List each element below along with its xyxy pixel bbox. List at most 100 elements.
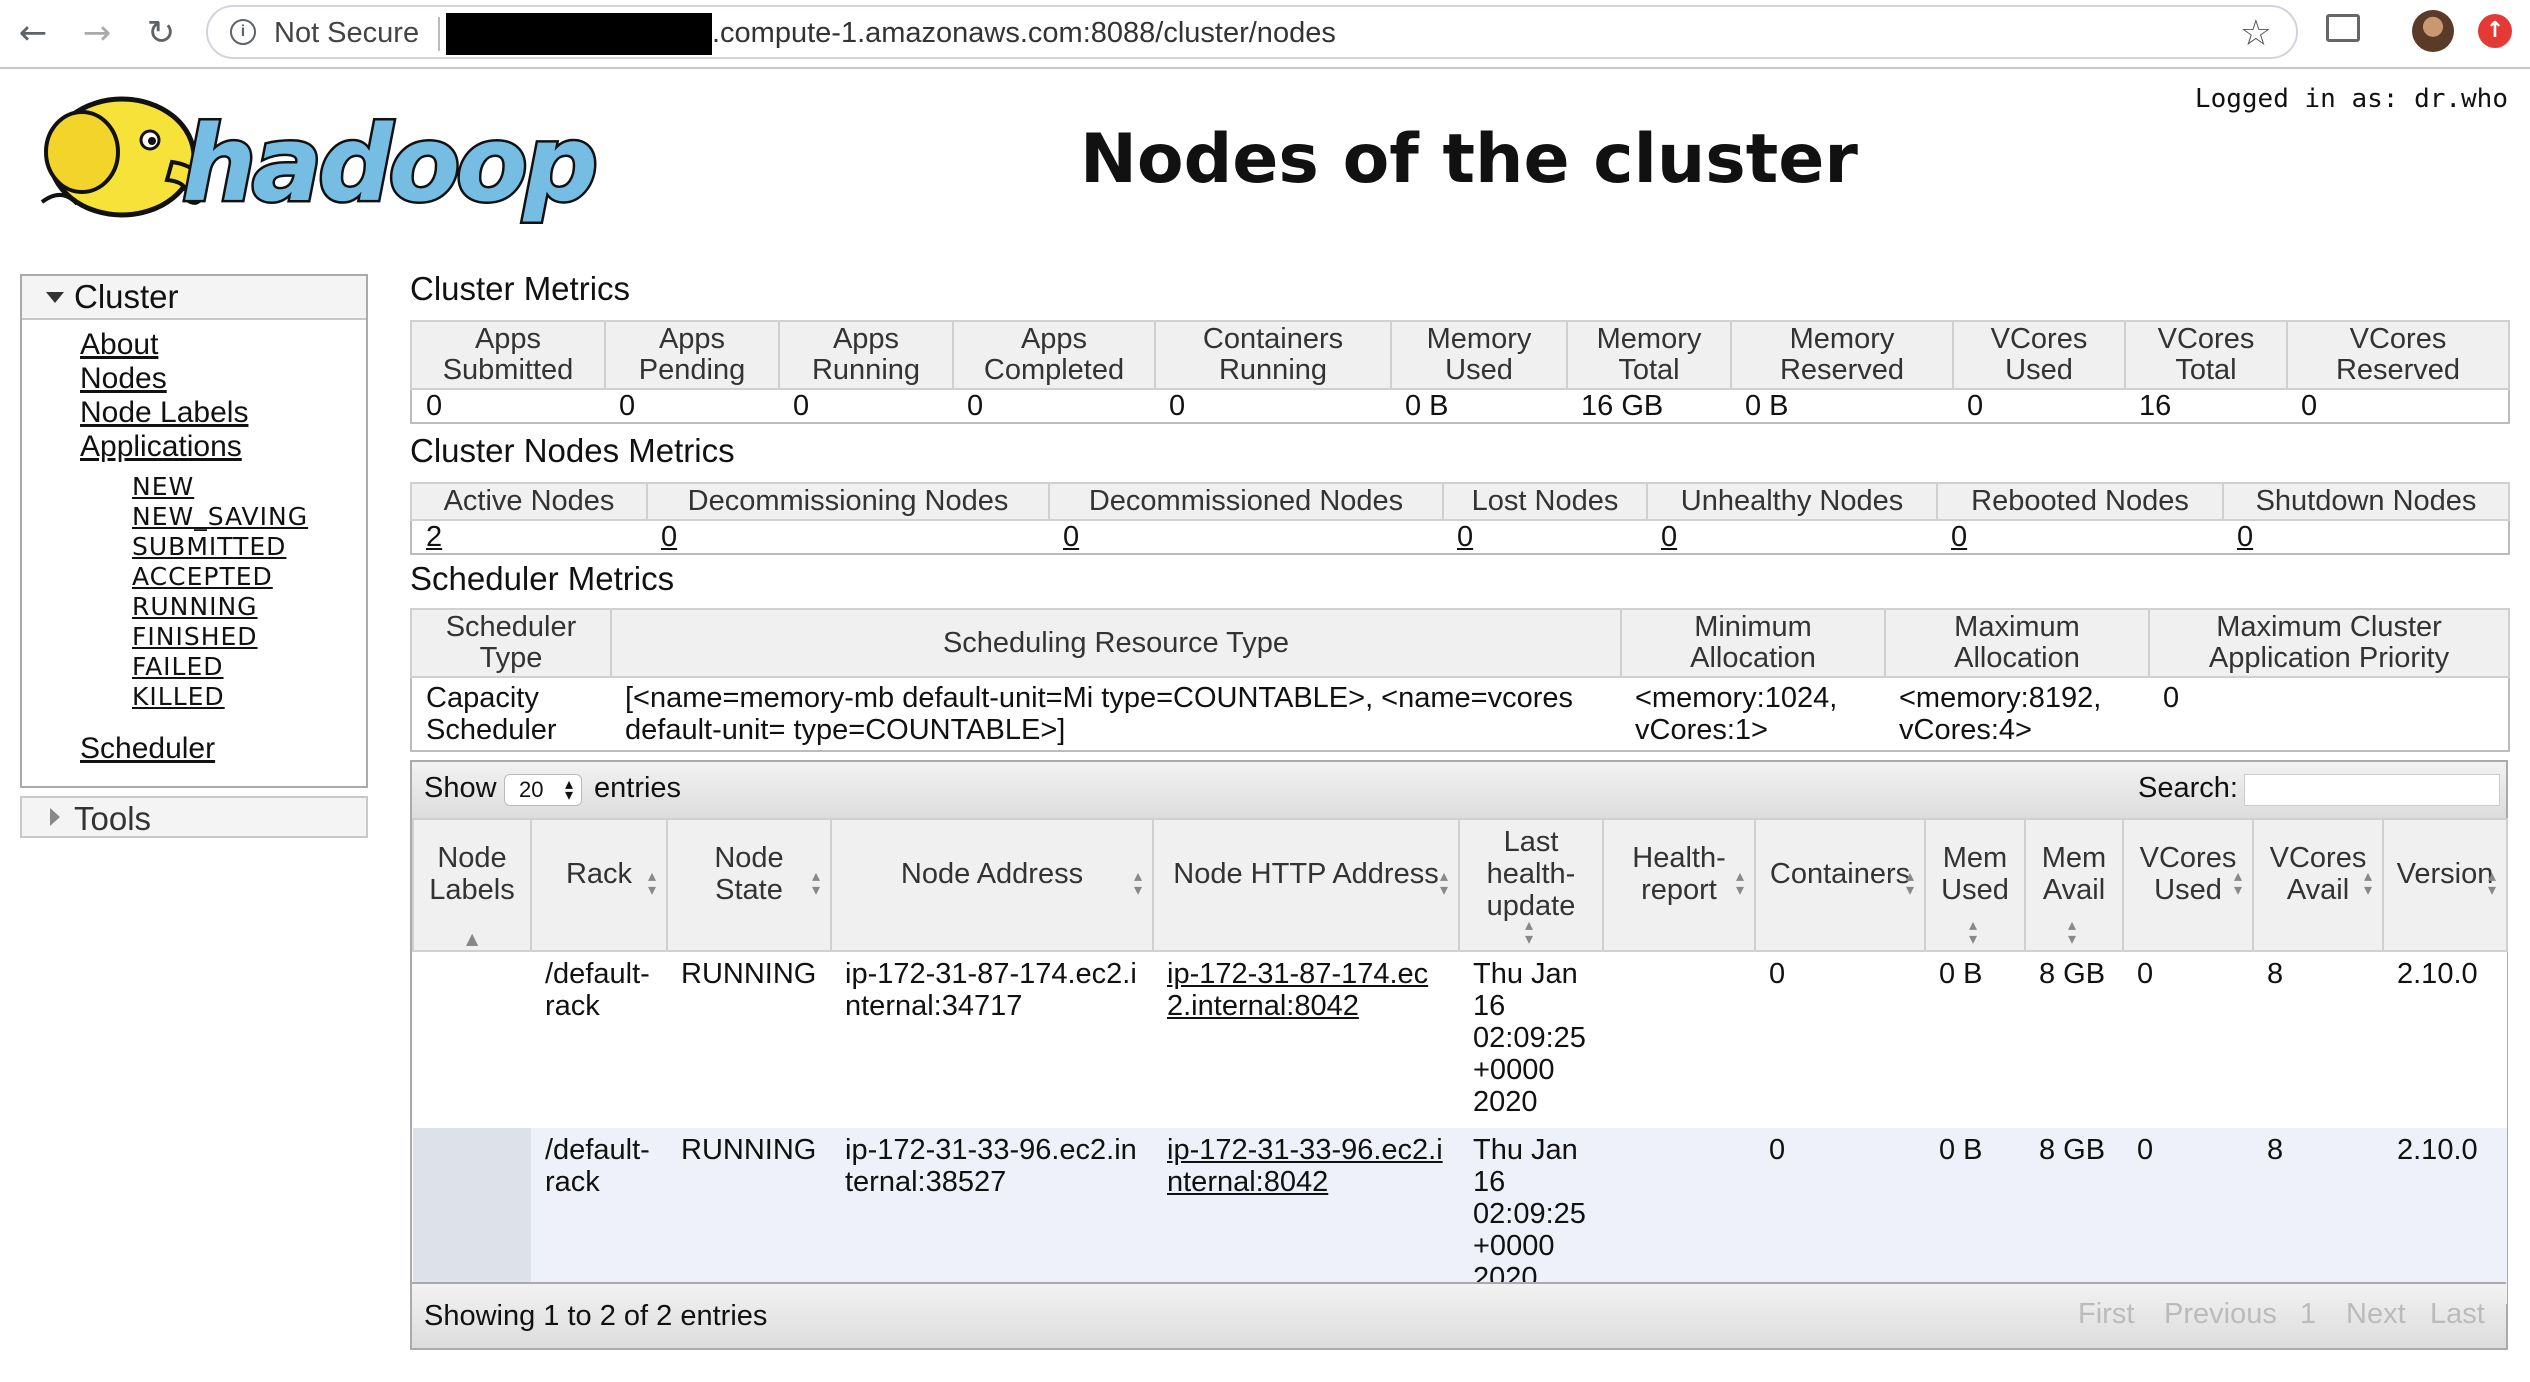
sidebar-link-nodes[interactable]: Nodes (80, 362, 167, 396)
sort-asc-icon: ▲ (466, 929, 479, 948)
sidebar-app-state-finished[interactable]: FINISHED (132, 622, 258, 651)
pagination-last[interactable]: Last (2418, 1294, 2497, 1334)
cluster-nodes-metrics-title: Cluster Nodes Metrics (410, 432, 735, 469)
col-header-health-report[interactable]: Health-report ▴ ▾ (1602, 818, 1756, 952)
pagination-previous[interactable]: Previous (2152, 1294, 2289, 1334)
sidebar-app-state-killed[interactable]: KILLED (132, 682, 225, 711)
sidebar-app-state-new[interactable]: NEW (132, 472, 194, 501)
col-header-last-health-update[interactable]: Last health-update ▴ ▾ (1458, 818, 1604, 952)
sidebar-link-applications[interactable]: Applications (80, 430, 242, 464)
col-header: Decommissioned Nodes (1048, 482, 1444, 521)
node-http-link[interactable]: ip-172-31-87-174.ec2.internal:8042 (1167, 958, 1428, 1022)
sidebar-app-state-failed[interactable]: FAILED (132, 652, 224, 681)
cell-mem-avail: 8 GB (2025, 951, 2123, 1128)
cell-rack: /default-rack (531, 951, 667, 1128)
col-header-node-address[interactable]: Node Address ▴ ▾ (830, 818, 1154, 952)
page-size-select[interactable]: 20 ▴ ▾ (504, 774, 582, 806)
sort-icon: ▴ ▾ (1735, 866, 1744, 899)
rebooted-nodes-link[interactable]: 0 (1951, 521, 1967, 553)
sort-icon: ▴ ▾ (2068, 915, 2077, 948)
search-input[interactable] (2244, 774, 2500, 806)
col-header-mem-avail[interactable]: Mem Avail ▴ ▾ (2024, 818, 2124, 952)
shutdown-nodes-link[interactable]: 0 (2237, 521, 2253, 553)
sidebar-app-state-running[interactable]: RUNNING (132, 592, 258, 621)
nodes-table: Node Labels ▲ Rack ▴ ▾ Node State ▴ ▾ Node Addr… (412, 818, 2508, 1304)
bookmark-star-icon[interactable]: ☆ (2240, 13, 2272, 54)
sort-icon: ▴ ▾ (2363, 866, 2372, 899)
sidebar-app-state-accepted[interactable]: ACCEPTED (132, 562, 273, 591)
scheduler-metrics-value-row: Capacity Scheduler [<name=memory-mb defa… (410, 677, 2510, 752)
col-header-node-state[interactable]: Node State ▴ ▾ (666, 818, 832, 952)
hadoop-logo: hadoop (40, 96, 601, 228)
pagination-first[interactable]: First (2066, 1294, 2146, 1334)
elephant-icon (40, 96, 205, 218)
collapsed-triangle-icon (50, 808, 60, 826)
sidebar-cluster-header[interactable]: Cluster (22, 276, 366, 320)
sort-icon: ▴ ▾ (2233, 866, 2242, 899)
sort-icon: ▴ ▾ (1969, 915, 1978, 948)
node-http-link[interactable]: ip-172-31-33-96.ec2.internal:8042 (1167, 1134, 1443, 1198)
active-nodes-link[interactable]: 2 (426, 521, 442, 553)
decommissioning-nodes-link[interactable]: 0 (661, 521, 677, 553)
metric-value: <memory:8192, vCores:4> (1885, 677, 2149, 752)
sidebar-link-about[interactable]: About (80, 328, 158, 362)
sidebar-link-scheduler[interactable]: Scheduler (80, 732, 215, 766)
col-header-node-http-address[interactable]: Node HTTP Address ▴ ▾ (1152, 818, 1460, 952)
url-text[interactable]: .compute-1.amazonaws.com:8088/cluster/no… (712, 17, 1336, 50)
info-icon[interactable]: i (230, 19, 256, 45)
address-bar[interactable]: i Not Secure .compute-1.amazonaws.com:80… (206, 5, 2298, 59)
col-header: Apps Pending (604, 320, 780, 390)
col-header-containers[interactable]: Containers ▴ ▾ (1754, 818, 1926, 952)
col-header: Rebooted Nodes (1936, 482, 2224, 521)
not-secure-label[interactable]: Not Secure (274, 17, 419, 50)
scheduler-metrics-title: Scheduler Metrics (410, 560, 675, 597)
back-icon[interactable]: ← (10, 10, 56, 56)
col-header-node-labels[interactable]: Node Labels ▲ (412, 818, 532, 952)
pagination-page-1[interactable]: 1 (2288, 1294, 2328, 1334)
sidebar-app-state-submitted[interactable]: SUBMITTED (132, 532, 286, 561)
col-header: Memory Reserved (1730, 320, 1954, 390)
cell-version: 2.10.0 (2383, 1128, 2507, 1304)
col-header: VCores Total (2124, 320, 2288, 390)
browser-toolbar: ← → ↻ i Not Secure .compute-1.amazonaws.… (0, 0, 2530, 69)
col-header-vcores-used[interactable]: VCores Used ▴ ▾ (2122, 818, 2254, 952)
metric-value-cell: 0 (1443, 520, 1647, 555)
cell-mem-used: 0 B (1925, 951, 2025, 1128)
col-header-vcores-avail[interactable]: VCores Avail ▴ ▾ (2252, 818, 2384, 952)
decommissioned-nodes-link[interactable]: 0 (1063, 521, 1079, 553)
forward-icon[interactable]: → (74, 10, 120, 56)
col-header-version[interactable]: Version ▴ ▾ (2382, 818, 2508, 952)
col-header: Maximum Allocation (1884, 608, 2150, 678)
pagination-next[interactable]: Next (2334, 1294, 2418, 1334)
cell-last-health-update: Thu Jan 16 02:09:25 +0000 2020 (1459, 1128, 1603, 1304)
lost-nodes-link[interactable]: 0 (1457, 521, 1473, 553)
sidebar-link-node-labels[interactable]: Node Labels (80, 396, 248, 430)
logo-text: hadoop (182, 103, 595, 225)
reload-icon[interactable]: ↻ (138, 10, 184, 56)
metric-value: 0 (953, 389, 1155, 424)
page-title: Nodes of the cluster (1080, 120, 1858, 199)
metric-value: <memory:1024, vCores:1> (1621, 677, 1885, 752)
col-header-rack[interactable]: Rack ▴ ▾ (530, 818, 668, 952)
cast-icon[interactable] (2326, 14, 2360, 42)
nodes-metrics-header-row: Active Nodes Decommissioning Nodes Decom… (410, 482, 2510, 521)
profile-avatar[interactable] (2412, 10, 2454, 52)
cell-health-report (1603, 951, 1755, 1128)
col-header-mem-used[interactable]: Mem Used ▴ ▾ (1924, 818, 2026, 952)
col-header: Memory Total (1566, 320, 1732, 390)
metric-value: [<name=memory-mb default-unit=Mi type=CO… (611, 677, 1621, 752)
col-header: Active Nodes (410, 482, 648, 521)
update-icon[interactable]: ↑ (2478, 14, 2512, 48)
sidebar-cluster-panel: Cluster About Nodes Node Labels Applicat… (20, 274, 368, 788)
metric-value-cell: 0 (647, 520, 1049, 555)
sidebar-app-state-new-saving[interactable]: NEW_SAVING (132, 502, 308, 531)
metric-value: Capacity Scheduler (410, 677, 611, 752)
cell-node-state: RUNNING (667, 1128, 831, 1304)
sidebar-tools-header[interactable]: Tools (20, 796, 368, 838)
cluster-metrics-table: Apps Submitted Apps Pending Apps Running Ap… (410, 320, 2510, 424)
cell-node-http-address: ip-172-31-33-96.ec2.internal:8042 (1153, 1128, 1459, 1304)
metric-value-cell: 0 (1049, 520, 1443, 555)
cell-vcores-used: 0 (2123, 1128, 2253, 1304)
unhealthy-nodes-link[interactable]: 0 (1661, 521, 1677, 553)
col-header: Shutdown Nodes (2222, 482, 2510, 521)
